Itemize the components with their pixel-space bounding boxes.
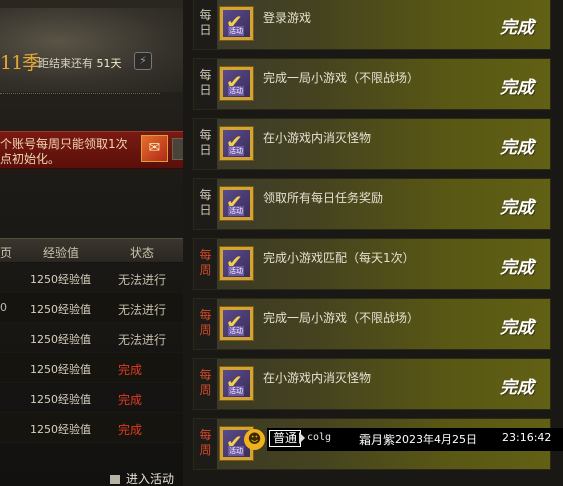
row-exp: 1250经验值 bbox=[30, 423, 91, 436]
task-status: 完成 bbox=[500, 318, 534, 338]
chat-message: ☻ 普通 colg 霜月紫 2023年4月25日 23:16:42 bbox=[244, 428, 563, 451]
activity-tag: 活动 bbox=[228, 446, 244, 456]
task-status: 完成 bbox=[500, 258, 534, 278]
task-cycle-label: 每周 bbox=[194, 239, 218, 289]
activity-badge-icon: ✔ 活动 bbox=[219, 366, 254, 401]
table-row: 1250经验值 无法进行 bbox=[0, 263, 195, 293]
season-panel: 11季 距结束还有 51天 ⚡ 个账号每周只能领取1次 点初始化。 ✉ 页 经验… bbox=[0, 0, 195, 486]
header-page: 页 bbox=[0, 246, 13, 260]
task-name: 完成一局小游戏（不限战场） bbox=[263, 71, 420, 85]
activity-tag: 活动 bbox=[228, 86, 244, 96]
row-exp: 1250经验值 bbox=[30, 333, 91, 346]
task-status: 完成 bbox=[500, 138, 534, 158]
task-cycle-label: 每日 bbox=[194, 59, 218, 109]
activity-tag: 活动 bbox=[228, 266, 244, 276]
activity-link-label: 进入活动 bbox=[126, 472, 175, 486]
task-status: 完成 bbox=[500, 18, 534, 38]
task-card[interactable]: 每日 ✔ 活动 登录游戏完成 bbox=[193, 0, 551, 50]
season-end-label: 距结束还有 bbox=[38, 57, 93, 70]
emoji-icon: ☻ bbox=[244, 429, 265, 450]
task-card[interactable]: 每日 ✔ 活动 领取所有每日任务奖励完成 bbox=[193, 178, 551, 230]
table-row: 1250经验值 无法进行 bbox=[0, 323, 195, 353]
season-days-left: 51天 bbox=[96, 57, 122, 70]
lightning-icon[interactable]: ⚡ bbox=[134, 52, 152, 70]
header-status: 状态 bbox=[130, 246, 155, 260]
activity-icon bbox=[110, 475, 120, 484]
table-row: 1250经验值 完成 bbox=[0, 383, 195, 413]
chat-username[interactable]: 霜月紫 bbox=[359, 431, 395, 448]
task-list: 每日 ✔ 活动 登录游戏 完成 每日 ✔ 活动 完成一局小游戏（不限战场） 完成 每日 ✔ 活动 在小游戏… bbox=[183, 0, 563, 486]
task-card[interactable]: 每周 ✔ 活动 完成小游戏匹配（每天1次） 完成 bbox=[193, 238, 551, 290]
chat-channel: 普通 bbox=[269, 430, 302, 447]
task-name: 完成一局小游戏（不限战场） bbox=[263, 311, 420, 325]
enter-activity-link[interactable]: 进入活动 bbox=[110, 470, 174, 486]
task-cycle-label: 每周 bbox=[194, 299, 218, 349]
row-status: 完成 bbox=[118, 363, 143, 377]
header-exp: 经验值 bbox=[43, 246, 80, 260]
task-card[interactable]: 每日 ✔ 活动 在小游戏内消灭怪物完成 bbox=[193, 118, 551, 170]
row-status: 完成 bbox=[118, 393, 143, 407]
task-card[interactable]: 每周 ✔ 活动 在小游戏内消灭怪物完成 bbox=[193, 358, 551, 410]
row-status: 无法进行 bbox=[118, 273, 167, 287]
row-exp: 1250经验值 bbox=[30, 393, 91, 406]
row-status: 无法进行 bbox=[118, 303, 167, 317]
activity-badge-icon: ✔ 活动 bbox=[219, 186, 254, 221]
table-row: 1250经验值 完成 bbox=[0, 413, 195, 443]
task-name: 登录游戏 bbox=[263, 11, 312, 25]
activity-badge-icon: ✔ 活动 bbox=[219, 126, 254, 161]
row-exp: 1250经验值 bbox=[30, 273, 91, 286]
chat-date: 2023年4月25日 bbox=[395, 433, 477, 446]
table-header: 页 经验值 状态 bbox=[0, 238, 195, 263]
task-cycle-label: 每日 bbox=[194, 0, 218, 49]
notice-line2: 点初始化。 bbox=[0, 152, 61, 166]
arrow-right-icon bbox=[299, 432, 305, 444]
activity-badge-icon: ✔ 活动 bbox=[219, 66, 254, 101]
activity-tag: 活动 bbox=[228, 386, 244, 396]
table-row: 1250经验值 完成 bbox=[0, 353, 195, 383]
season-header: 11季 距结束还有 51天 ⚡ bbox=[0, 8, 195, 92]
table-row: 0 1250经验值 无法进行 bbox=[0, 293, 195, 323]
divider bbox=[0, 93, 160, 97]
activity-badge-icon: ✔ 活动 bbox=[219, 6, 254, 41]
task-name: 领取所有每日任务奖励 bbox=[263, 191, 384, 205]
task-cycle-label: 每日 bbox=[194, 119, 218, 169]
task-cycle-label: 每周 bbox=[194, 419, 218, 469]
season-countdown: 距结束还有 51天 bbox=[38, 55, 122, 71]
season-number: 11季 bbox=[0, 52, 41, 74]
chat-time: 23:16:42 bbox=[502, 431, 552, 444]
task-cycle-label: 每日 bbox=[194, 179, 218, 229]
task-name: 在小游戏内消灭怪物 bbox=[263, 371, 372, 385]
task-card[interactable]: 每日 ✔ 活动 完成一局小游戏（不限战场） 完成 bbox=[193, 58, 551, 110]
weekly-notice: 个账号每周只能领取1次 点初始化。 ✉ bbox=[0, 131, 195, 169]
activity-badge-icon: ✔ 活动 bbox=[219, 306, 254, 341]
activity-tag: 活动 bbox=[228, 146, 244, 156]
row-edge: 0 bbox=[0, 301, 7, 314]
activity-badge-icon: ✔ 活动 bbox=[219, 246, 254, 281]
row-exp: 1250经验值 bbox=[30, 303, 91, 316]
activity-tag: 活动 bbox=[228, 206, 244, 216]
task-status: 完成 bbox=[500, 78, 534, 98]
task-name: 在小游戏内消灭怪物 bbox=[263, 131, 372, 145]
task-cycle-label: 每周 bbox=[194, 359, 218, 409]
task-name: 完成小游戏匹配（每天1次） bbox=[263, 251, 415, 265]
task-card[interactable]: 每周 ✔ 活动 完成一局小游戏（不限战场） 完成 bbox=[193, 298, 551, 350]
row-status: 无法进行 bbox=[118, 333, 167, 347]
chat-server: colg bbox=[307, 432, 332, 443]
row-status: 完成 bbox=[118, 423, 143, 437]
task-status: 完成 bbox=[500, 378, 534, 398]
row-exp: 1250经验值 bbox=[30, 363, 91, 376]
activity-tag: 活动 bbox=[228, 26, 244, 36]
gift-icon[interactable]: ✉ bbox=[141, 135, 168, 162]
activity-tag: 活动 bbox=[228, 326, 244, 336]
task-status: 完成 bbox=[500, 198, 534, 218]
